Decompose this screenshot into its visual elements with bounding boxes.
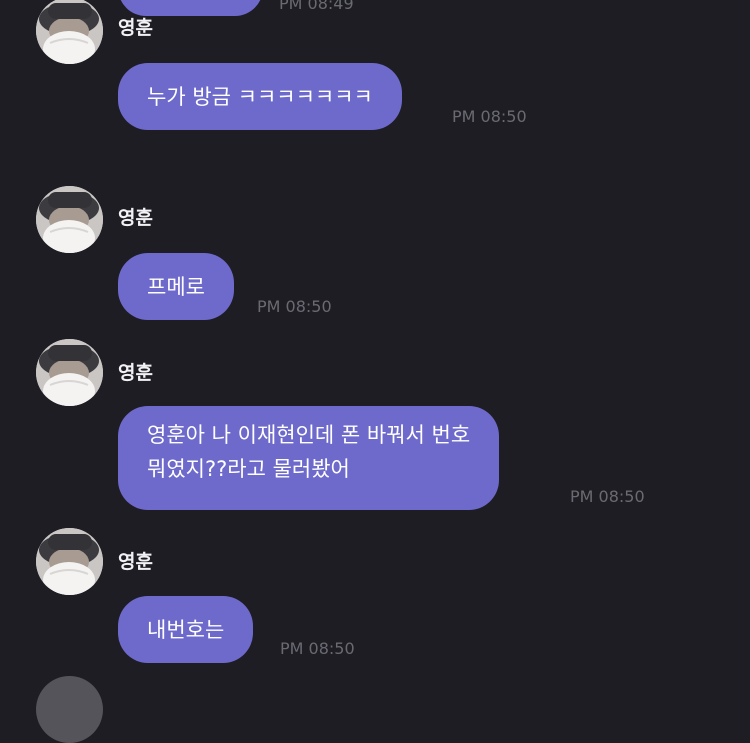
message-time: PM 08:50 [570,487,645,506]
message-text-line: 영훈아 나 이재현인데 폰 바꿔서 번호 [147,423,471,447]
message-time: PM 08:50 [257,297,332,316]
sender-name: 영훈 [118,362,153,384]
message-bubble[interactable]: 내번호는 [118,596,254,663]
chat-thread: PM 08:49 영훈 누가 방금 ㅋㅋㅋㅋㅋㅋㅋ PM 08:50 영훈 프메… [0,0,750,743]
message-time: PM 08:50 [452,107,527,126]
sender-avatar-icon[interactable] [36,186,103,253]
sender-name: 영훈 [118,207,153,229]
sender-name: 영훈 [118,551,153,573]
message-text-line: 뭐였지??라고 물러봤어 [147,457,350,481]
message-bubble[interactable]: 프메로 [118,253,234,320]
sender-avatar-icon[interactable] [36,528,103,595]
message-bubble[interactable]: 누가 방금 ㅋㅋㅋㅋㅋㅋㅋ [118,63,402,130]
message-time: PM 08:50 [280,639,355,658]
next-avatar-icon[interactable] [36,676,103,743]
message-bubble[interactable]: 영훈아 나 이재현인데 폰 바꿔서 번호 뭐였지??라고 물러봤어 [118,406,500,510]
sender-avatar-icon[interactable] [36,339,103,406]
sender-avatar-icon[interactable] [36,0,103,64]
sender-name: 영훈 [118,17,153,39]
previous-message-time: PM 08:49 [279,0,354,13]
previous-message-bubble[interactable] [118,0,263,16]
